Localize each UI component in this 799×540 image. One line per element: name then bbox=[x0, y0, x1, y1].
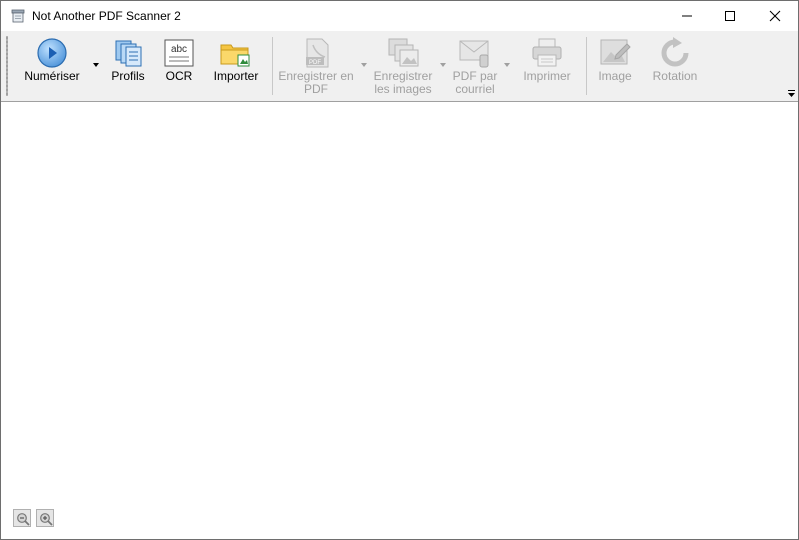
zoom-out-button[interactable] bbox=[13, 509, 31, 527]
zoom-in-icon bbox=[40, 513, 53, 526]
scan-icon bbox=[37, 38, 67, 68]
save-images-dropdown-icon[interactable] bbox=[440, 63, 446, 67]
profiles-label: Profils bbox=[111, 69, 145, 83]
printer-icon bbox=[532, 38, 562, 67]
images-icon bbox=[388, 38, 419, 67]
zoom-in-button[interactable] bbox=[36, 509, 54, 527]
print-label: Imprimer bbox=[523, 69, 571, 83]
email-pdf-button[interactable]: PDF par courriel bbox=[449, 31, 501, 101]
scan-button[interactable]: Numériser bbox=[17, 31, 87, 101]
title-bar[interactable]: Not Another PDF Scanner 2 bbox=[1, 1, 798, 31]
ocr-label: OCR bbox=[165, 69, 193, 83]
image-label: Image bbox=[598, 69, 632, 83]
rotation-label: Rotation bbox=[652, 69, 698, 83]
scan-dropdown-icon[interactable] bbox=[93, 63, 99, 67]
profiles-button[interactable]: Profils bbox=[105, 31, 151, 101]
window-title: Not Another PDF Scanner 2 bbox=[32, 9, 181, 23]
import-label: Importer bbox=[213, 69, 259, 83]
save-pdf-dropdown-icon[interactable] bbox=[361, 63, 367, 67]
save-pdf-label: Enregistrer en PDF bbox=[278, 69, 354, 96]
close-button[interactable] bbox=[752, 1, 798, 31]
image-edit-icon bbox=[600, 39, 631, 65]
print-button[interactable]: Imprimer bbox=[517, 31, 577, 101]
ocr-button[interactable]: abc OCR bbox=[159, 31, 199, 101]
rotation-button[interactable]: Rotation bbox=[647, 31, 703, 101]
app-window: Not Another PDF Scanner 2 Numériser Prof… bbox=[0, 0, 799, 540]
import-button[interactable]: Importer bbox=[207, 31, 265, 101]
close-icon bbox=[769, 10, 781, 22]
app-scanner-icon bbox=[11, 9, 25, 23]
save-images-label: Enregistrer les images bbox=[373, 69, 433, 96]
maximize-icon bbox=[725, 11, 735, 21]
scan-label: Numériser bbox=[24, 69, 80, 83]
toolbar-separator bbox=[586, 37, 587, 95]
email-pdf-label: PDF par courriel bbox=[452, 69, 498, 96]
email-icon bbox=[459, 40, 489, 68]
import-folder-icon bbox=[220, 44, 250, 67]
save-pdf-button[interactable]: PDF Enregistrer en PDF bbox=[277, 31, 355, 101]
pdf-icon: PDF bbox=[306, 38, 329, 68]
pdf-icon-text: PDF bbox=[309, 60, 321, 66]
zoom-out-icon bbox=[17, 513, 30, 526]
ocr-icon-text: abc bbox=[171, 44, 187, 55]
minimize-icon bbox=[682, 15, 692, 17]
toolbar-separator bbox=[272, 37, 273, 95]
rotate-icon bbox=[661, 37, 689, 67]
image-button[interactable]: Image bbox=[593, 31, 637, 101]
main-toolbar: Numériser Profils abc OCR Importer PDF E… bbox=[1, 31, 798, 102]
thumbnail-area[interactable] bbox=[1, 102, 798, 539]
email-pdf-dropdown-icon[interactable] bbox=[504, 63, 510, 67]
profiles-icon bbox=[115, 40, 142, 67]
ocr-icon: abc bbox=[164, 39, 194, 67]
minimize-button[interactable] bbox=[664, 1, 710, 31]
save-images-button[interactable]: Enregistrer les images bbox=[371, 31, 435, 101]
maximize-button[interactable] bbox=[707, 1, 753, 31]
toolbar-overflow-icon[interactable] bbox=[787, 89, 796, 98]
toolbar-grip[interactable] bbox=[6, 36, 8, 96]
